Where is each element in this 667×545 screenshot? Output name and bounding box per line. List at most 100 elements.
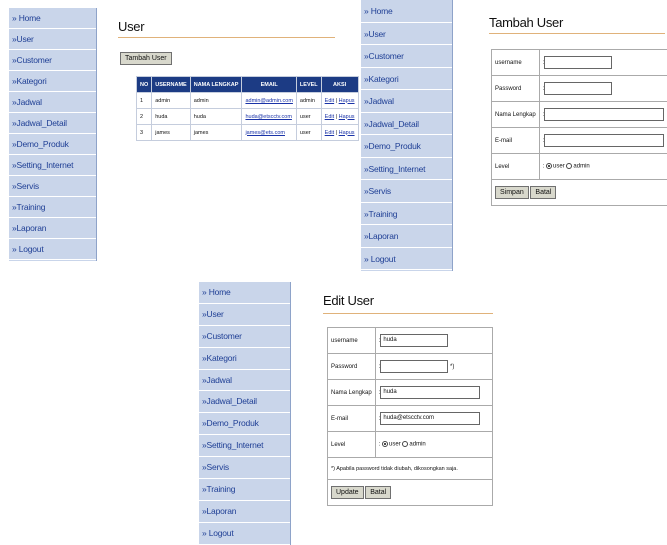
menu-item-setting-internet[interactable]: »Setting_Internet <box>361 158 452 180</box>
username-input[interactable]: huda <box>380 334 449 347</box>
add-user-button[interactable]: Tambah User <box>120 52 172 65</box>
radio-user-label: user <box>389 441 401 448</box>
column-header: AKSI <box>320 76 359 93</box>
cell-email: admin@admin.com <box>241 92 297 109</box>
menu-item-training[interactable]: »Training <box>9 197 96 218</box>
cell-no: 3 <box>135 124 153 141</box>
menu-item-user[interactable]: »User <box>9 29 96 50</box>
cell-aksi: Edit | Hapus <box>320 124 359 141</box>
menu-item-training[interactable]: »Training <box>361 203 452 225</box>
cell-username: huda <box>151 108 191 125</box>
menu-item-customer[interactable]: »Customer <box>199 326 290 348</box>
menu-item-jadwal[interactable]: »Jadwal <box>361 90 452 113</box>
menu-item-kategori[interactable]: »Kategori <box>199 348 290 370</box>
menu-item-jadwal[interactable]: »Jadwal <box>199 370 290 392</box>
menu-item-jadwal-detail[interactable]: »Jadwal_Detail <box>361 113 452 135</box>
radio-user[interactable] <box>546 163 553 170</box>
field-cell: :huda@etscctv.com <box>374 405 493 432</box>
edit-link[interactable]: Edit <box>325 130 334 136</box>
menu-item-customer[interactable]: »Customer <box>9 50 96 71</box>
field-label: username <box>491 49 540 76</box>
field-cell: : <box>538 101 667 128</box>
cancel-button[interactable]: Batal <box>365 486 392 499</box>
update-button[interactable]: Update <box>331 486 364 499</box>
email-input[interactable]: huda@etscctv.com <box>380 412 481 425</box>
cell-nama: admin <box>189 92 243 109</box>
form-row: Nama Lengkap : <box>491 101 667 128</box>
menu-item-laporan[interactable]: »Laporan <box>199 501 290 523</box>
menu-item-customer[interactable]: »Customer <box>361 45 452 68</box>
title-underline <box>323 313 493 314</box>
email-link[interactable]: james@ets.com <box>245 130 285 136</box>
menu-item-demo-produk[interactable]: »Demo_Produk <box>361 135 452 158</box>
menu-item-setting-internet[interactable]: »Setting_Internet <box>199 435 290 458</box>
menu-item-user[interactable]: »User <box>361 23 452 45</box>
menu-item-kategori[interactable]: »Kategori <box>9 71 96 92</box>
delete-link[interactable]: Hapus <box>339 130 355 136</box>
edit-link[interactable]: Edit <box>325 98 334 104</box>
cancel-button[interactable]: Batal <box>530 186 557 199</box>
password-note: *) Apabila password tidak diubah, dikoso… <box>327 457 493 480</box>
sidebar-menu: » Home »User »Customer »Kategori »Jadwal… <box>199 282 291 545</box>
menu-item-user[interactable]: »User <box>199 304 290 326</box>
menu-item-jadwal-detail[interactable]: »Jadwal_Detail <box>9 113 96 134</box>
radio-user-label: user <box>553 163 565 170</box>
menu-item-training[interactable]: »Training <box>199 479 290 501</box>
table-row: 2 huda huda huda@etscctv.com user Edit |… <box>135 108 359 125</box>
menu-item-logout[interactable]: » Logout <box>361 248 452 270</box>
delete-link[interactable]: Hapus <box>339 114 355 120</box>
menu-item-servis[interactable]: »Servis <box>361 180 452 203</box>
menu-item-logout[interactable]: » Logout <box>9 239 96 260</box>
field-label: Nama Lengkap <box>491 101 540 128</box>
field-label: E-mail <box>491 127 540 154</box>
title-underline <box>489 33 665 34</box>
button-cell: Update Batal <box>327 479 493 506</box>
radio-user[interactable] <box>382 441 389 448</box>
username-input[interactable] <box>544 56 613 69</box>
form-row: Password : <box>491 75 667 102</box>
radio-admin[interactable] <box>402 441 409 448</box>
cell-no: 2 <box>135 108 153 125</box>
cell-email: james@ets.com <box>241 124 297 141</box>
email-input[interactable] <box>544 134 665 147</box>
menu-item-servis[interactable]: »Servis <box>9 176 96 197</box>
save-button[interactable]: Simpan <box>495 186 529 199</box>
menu-item-servis[interactable]: »Servis <box>199 457 290 480</box>
menu-item-laporan[interactable]: »Laporan <box>9 218 96 239</box>
menu-item-home[interactable]: » Home <box>9 8 96 29</box>
email-link[interactable]: huda@etscctv.com <box>245 114 291 120</box>
radio-admin[interactable] <box>566 163 573 170</box>
sidebar-menu: » Home »User »Customer »Kategori »Jadwal… <box>361 0 453 271</box>
nama-lengkap-input[interactable] <box>544 108 665 121</box>
table-header-row: NO USERNAME NAMA LENGKAP EMAIL LEVEL AKS… <box>135 76 359 93</box>
menu-item-jadwal-detail[interactable]: »Jadwal_Detail <box>199 391 290 414</box>
menu-item-jadwal[interactable]: »Jadwal <box>9 92 96 113</box>
page-title: Edit User <box>323 293 374 308</box>
menu-item-demo-produk[interactable]: »Demo_Produk <box>199 413 290 436</box>
menu-item-home[interactable]: » Home <box>361 0 452 23</box>
menu-item-home[interactable]: » Home <box>199 282 290 304</box>
page-title: Tambah User <box>489 15 564 30</box>
edit-link[interactable]: Edit <box>325 114 334 120</box>
nama-lengkap-input[interactable]: huda <box>380 386 481 399</box>
column-header: EMAIL <box>241 76 297 93</box>
email-link[interactable]: admin@admin.com <box>245 98 292 104</box>
cell-level: user <box>295 108 322 125</box>
menu-item-kategori[interactable]: »Kategori <box>361 68 452 90</box>
field-cell: : <box>538 127 667 154</box>
menu-item-setting-internet[interactable]: »Setting_Internet <box>9 155 96 176</box>
button-cell: Simpan Batal <box>490 179 667 206</box>
form-row: username : <box>491 49 667 76</box>
password-input[interactable] <box>380 360 449 373</box>
form-row: Simpan Batal <box>490 179 667 206</box>
field-label: Password <box>327 353 376 380</box>
menu-item-logout[interactable]: » Logout <box>199 523 290 545</box>
form-row: Level : user admin <box>491 153 667 180</box>
menu-item-demo-produk[interactable]: »Demo_Produk <box>9 134 96 155</box>
password-input[interactable] <box>544 82 613 95</box>
delete-link[interactable]: Hapus <box>339 98 355 104</box>
menu-item-laporan[interactable]: »Laporan <box>361 225 452 248</box>
password-note-mark: *) <box>450 364 455 371</box>
column-header: USERNAME <box>151 76 191 93</box>
field-cell: : user admin <box>374 431 493 458</box>
